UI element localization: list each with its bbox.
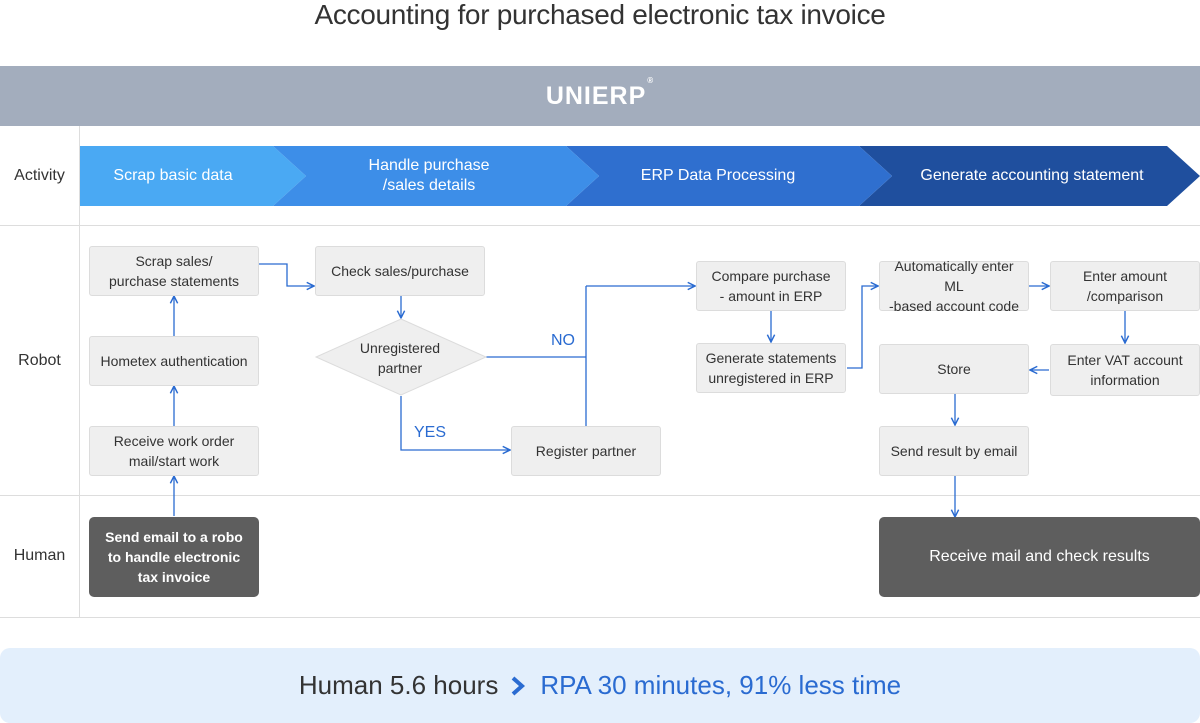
node-send-email-to-robot: Send email to a robo to handle electroni…	[89, 517, 259, 597]
lane-divider-human	[0, 617, 1200, 618]
lane-divider-activity	[0, 225, 1200, 226]
phase-handle-purchase: Handle purchase /sales details	[368, 157, 490, 194]
node-store: Store	[879, 344, 1029, 394]
unierp-banner: UNIERP®	[0, 66, 1200, 126]
edge-label-yes: YES	[414, 424, 447, 441]
phase-scrap-basic-data: Scrap basic data	[113, 167, 233, 184]
node-enter-vat: Enter VAT account information	[1050, 344, 1200, 396]
lane-label-human: Human	[13, 547, 66, 564]
node-unregistered-partner-label: Unregistered partner	[359, 340, 441, 376]
human-time: Human 5.6 hours	[298, 670, 499, 700]
node-auto-enter-ml: Automatically enter ML -based account co…	[879, 258, 1029, 314]
phase-erp-data-processing: ERP Data Processing	[640, 167, 796, 184]
node-generate-statements: Generate statements unregistered in ERP	[696, 343, 846, 393]
node-compare-purchase: Compare purchase - amount in ERP	[696, 261, 846, 311]
time-savings-footer: Human 5.6 hours RPA 30 minutes, 91% less…	[0, 648, 1200, 723]
node-register-partner: Register partner	[511, 426, 661, 476]
node-receive-mail: Receive mail and check results	[879, 517, 1200, 597]
node-scrap-statements: Scrap sales/ purchase statements	[89, 246, 259, 296]
unierp-logo: UNIERP®	[545, 75, 655, 110]
lane-label-robot: Robot	[18, 352, 61, 369]
rpa-time: RPA 30 minutes, 91% less time	[540, 670, 902, 700]
lane-label-activity: Activity	[14, 167, 65, 184]
edge-generate-to-auto	[847, 286, 878, 369]
phase-generate-accounting: Generate accounting statement	[920, 167, 1144, 184]
node-check-sales-purchase: Check sales/purchase	[315, 246, 485, 296]
node-enter-amount: Enter amount /comparison	[1050, 261, 1200, 311]
page-title: Accounting for purchased electronic tax …	[314, 0, 886, 30]
lane-divider-robot	[0, 495, 1200, 496]
edge-label-no: NO	[551, 332, 575, 349]
chevron-right-icon	[510, 676, 526, 696]
node-receive-work-order: Receive work order mail/start work	[89, 426, 259, 476]
node-send-result: Send result by email	[879, 426, 1029, 476]
node-hometex-authentication: Hometex authentication	[89, 336, 259, 386]
edge-scrap-to-check	[259, 263, 314, 286]
